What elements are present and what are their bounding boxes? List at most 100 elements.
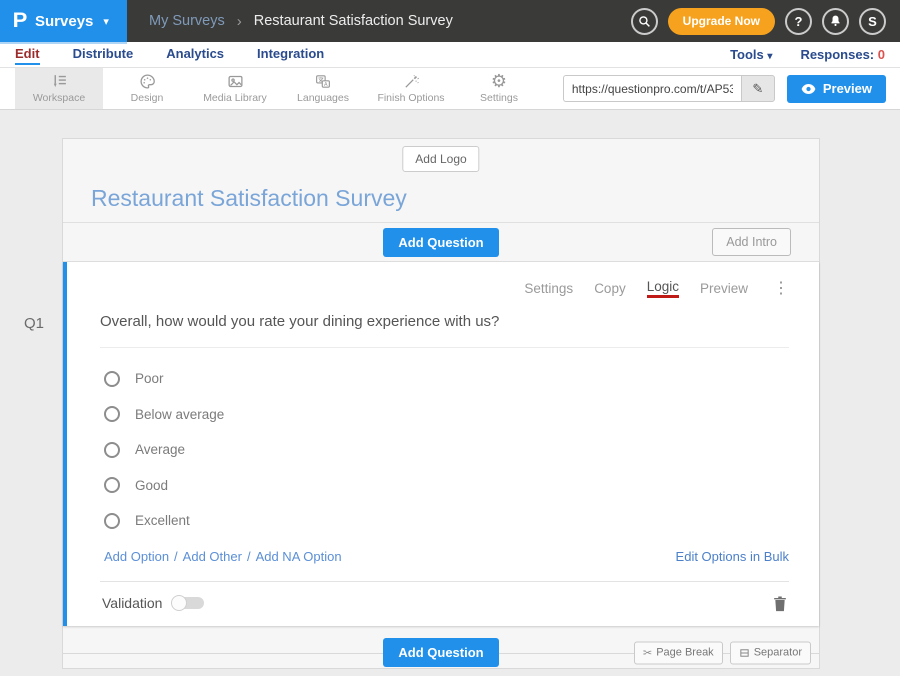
add-logo-button[interactable]: Add Logo — [402, 146, 479, 172]
add-question-top-row: Add Question Add Intro — [63, 223, 819, 262]
question-copy-link[interactable]: Copy — [594, 281, 626, 296]
survey-nav: Edit Distribute Analytics Integration To… — [0, 42, 900, 68]
answer-option-row: Below average — [100, 397, 789, 433]
question-text[interactable]: Overall, how would you rate your dining … — [100, 298, 789, 348]
avatar-initial: S — [868, 14, 877, 29]
search-button[interactable] — [631, 8, 658, 35]
insert-controls: ✂ Page Break Separator — [634, 641, 811, 664]
option-actions-row: Add Option/Add Other/Add NA Option Edit … — [100, 548, 789, 566]
nav-accent-strip — [0, 42, 127, 44]
toolbar-item-media-library[interactable]: Media Library — [191, 68, 279, 109]
option-add-links: Add Option/Add Other/Add NA Option — [104, 548, 342, 566]
tab-distribute[interactable]: Distribute — [73, 44, 134, 65]
radio-button[interactable] — [104, 371, 120, 387]
editor-toolbar: Workspace Design Media Library A Languag… — [0, 68, 900, 110]
option-label[interactable]: Below average — [135, 407, 224, 422]
toolbar-item-design[interactable]: Design — [103, 68, 191, 109]
toolbar-item-settings[interactable]: ⚙ Settings — [455, 68, 543, 109]
tools-dropdown[interactable]: Tools ▾ — [730, 47, 772, 62]
breadcrumb-current-survey: Restaurant Satisfaction Survey — [254, 13, 453, 29]
question-settings-link[interactable]: Settings — [524, 281, 573, 296]
section-gap — [63, 626, 819, 638]
nav-tabs: Edit Distribute Analytics Integration — [15, 44, 324, 65]
survey-header-section: Add Logo Restaurant Satisfaction Survey — [63, 139, 819, 223]
responses-label: Responses: — [800, 47, 874, 62]
validation-control: Validation — [102, 595, 204, 611]
option-label[interactable]: Average — [135, 442, 185, 457]
answer-options: Poor Below average Average Good Excellen… — [100, 361, 789, 539]
question-preview-link[interactable]: Preview — [700, 281, 748, 296]
edit-options-in-bulk-link[interactable]: Edit Options in Bulk — [676, 549, 789, 564]
breadcrumb-my-surveys[interactable]: My Surveys — [149, 13, 225, 29]
survey-title[interactable]: Restaurant Satisfaction Survey — [91, 185, 407, 212]
breadcrumb: My Surveys › Restaurant Satisfaction Sur… — [149, 13, 453, 30]
toolbar-item-finish-options[interactable]: Finish Options — [367, 68, 455, 109]
survey-url-input[interactable] — [563, 75, 741, 102]
eye-icon — [801, 84, 816, 94]
toolbar-item-languages[interactable]: A Languages — [279, 68, 367, 109]
answer-option-row: Average — [100, 432, 789, 468]
add-intro-button[interactable]: Add Intro — [712, 228, 791, 256]
notifications-button[interactable] — [822, 8, 849, 35]
nav-right: Tools ▾ Responses: 0 — [730, 47, 885, 62]
svg-text:A: A — [324, 82, 328, 88]
answer-option-row: Excellent — [100, 503, 789, 539]
edit-url-button[interactable]: ✎ — [741, 75, 775, 102]
separator-button[interactable]: Separator — [730, 641, 811, 664]
more-options-icon[interactable]: ⋮ — [773, 278, 789, 298]
upgrade-now-button[interactable]: Upgrade Now — [668, 8, 775, 35]
tab-analytics[interactable]: Analytics — [166, 44, 224, 65]
account-avatar[interactable]: S — [859, 8, 886, 35]
option-label[interactable]: Excellent — [135, 513, 190, 528]
toolbar-label: Workspace — [33, 92, 85, 104]
responses-link[interactable]: Responses: 0 — [800, 47, 885, 62]
toolbar-item-workspace[interactable]: Workspace — [15, 68, 103, 109]
validation-toggle[interactable] — [171, 595, 204, 611]
tab-integration[interactable]: Integration — [257, 44, 324, 65]
questionpro-logo-icon: P — [13, 9, 28, 33]
option-label[interactable]: Poor — [135, 371, 164, 386]
add-na-option-link[interactable]: Add NA Option — [256, 549, 342, 564]
radio-button[interactable] — [104, 477, 120, 493]
toolbar-label: Media Library — [203, 92, 267, 104]
product-menu-label: Surveys — [35, 13, 93, 30]
question-block: Settings Copy Logic Preview ⋮ Overall, h… — [63, 262, 819, 626]
add-other-link[interactable]: Add Other — [183, 549, 242, 564]
surveys-product-menu[interactable]: P Surveys ▾ — [0, 0, 127, 42]
page-break-button[interactable]: ✂ Page Break — [634, 641, 723, 664]
chevron-down-icon: ▾ — [767, 51, 772, 62]
toolbar-label: Design — [131, 92, 164, 104]
delete-question-button[interactable] — [773, 595, 787, 612]
separator-label: Separator — [754, 647, 802, 659]
palette-icon — [139, 73, 156, 90]
radio-button[interactable] — [104, 406, 120, 422]
add-question-bottom-row: Add Question ✂ Page Break Separator — [63, 638, 819, 668]
question-menu: Settings Copy Logic Preview ⋮ — [100, 278, 789, 298]
workspace-icon — [51, 73, 68, 90]
link-separator: / — [174, 549, 178, 564]
add-question-button-top[interactable]: Add Question — [383, 228, 498, 257]
radio-button[interactable] — [104, 513, 120, 529]
survey-url-group: ✎ — [563, 75, 775, 102]
radio-button[interactable] — [104, 442, 120, 458]
toolbar-label: Settings — [480, 92, 518, 104]
search-icon — [638, 15, 651, 28]
preview-button[interactable]: Preview — [787, 75, 886, 103]
bell-icon — [829, 14, 842, 28]
tab-edit[interactable]: Edit — [15, 44, 40, 65]
breadcrumb-separator-icon: › — [237, 13, 242, 30]
add-question-button-bottom[interactable]: Add Question — [383, 638, 498, 667]
question-logic-link[interactable]: Logic — [647, 279, 679, 298]
separator-icon — [739, 647, 750, 658]
magic-wand-icon — [403, 73, 420, 90]
option-label[interactable]: Good — [135, 478, 168, 493]
help-button[interactable]: ? — [785, 8, 812, 35]
add-option-link[interactable]: Add Option — [104, 549, 169, 564]
top-header: P Surveys ▾ My Surveys › Restaurant Sati… — [0, 0, 900, 42]
editor-content: Q1 Add Logo Restaurant Satisfaction Surv… — [0, 110, 900, 676]
toolbar-right: ✎ Preview — [563, 68, 900, 109]
responses-count: 0 — [878, 47, 885, 62]
toolbar-label: Finish Options — [377, 92, 444, 104]
validation-row: Validation — [100, 581, 789, 626]
question-mark-icon: ? — [795, 14, 803, 29]
